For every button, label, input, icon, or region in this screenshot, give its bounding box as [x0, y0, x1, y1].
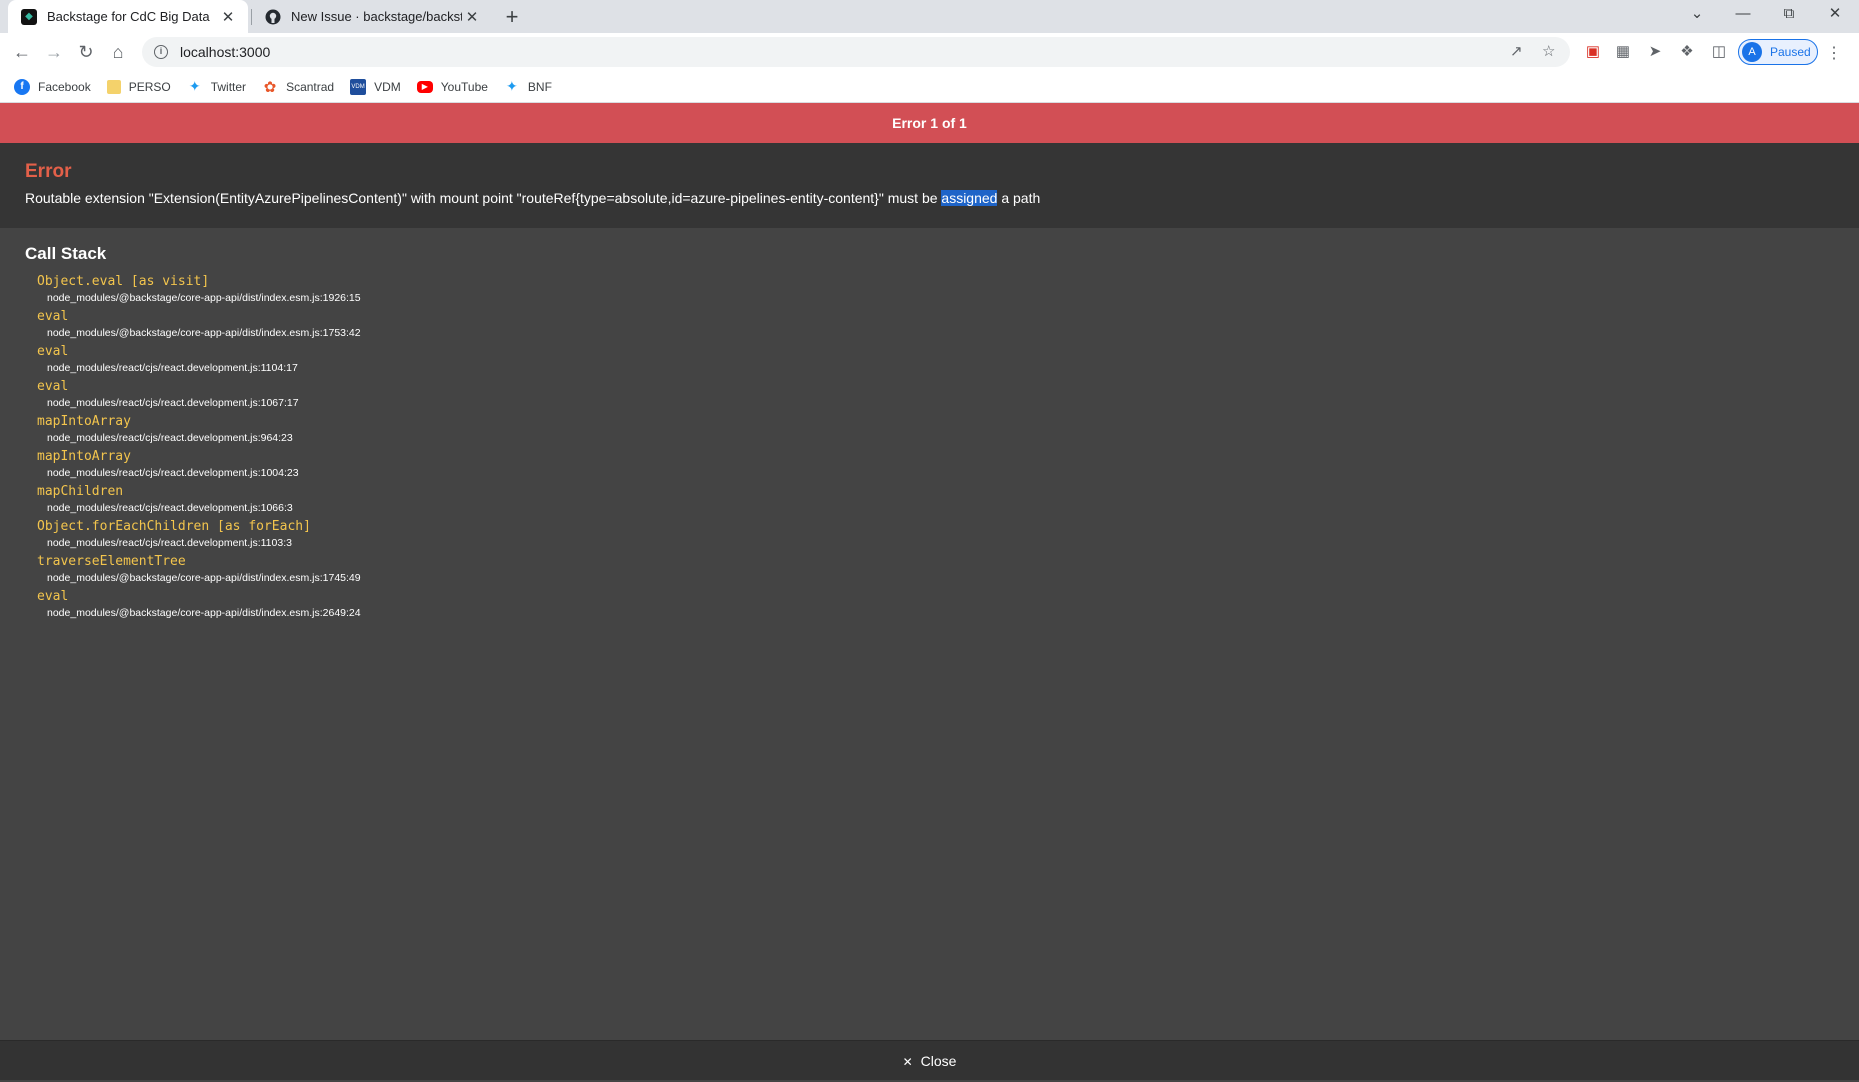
call-stack: Call Stack Object.eval [as visit] node_m…	[25, 244, 361, 623]
bookmark-label: PERSO	[128, 79, 171, 94]
bookmark-youtube[interactable]: ▶ YouTube	[416, 79, 488, 94]
window-close-button[interactable]: ✕	[1812, 0, 1858, 30]
avatar: A	[1742, 42, 1762, 62]
tab-github-issue[interactable]: New Issue · backstage/backstage ✕	[252, 0, 492, 33]
stack-frame: mapIntoArray node_modules/react/cjs/reac…	[37, 448, 361, 483]
stack-frame: mapIntoArray node_modules/react/cjs/reac…	[37, 413, 361, 448]
stack-frame-location: node_modules/@backstage/core-app-api/dis…	[47, 327, 361, 339]
share-icon[interactable]: ↗	[1510, 42, 1523, 60]
call-stack-title: Call Stack	[25, 244, 107, 263]
error-overlay: Error 1 of 1 Error Routable extension "E…	[0, 103, 1859, 1080]
bookmark-label: YouTube	[440, 79, 488, 94]
tab-title: Backstage for CdC Big Data	[47, 9, 210, 24]
side-panel-icon[interactable]: ◫	[1710, 43, 1728, 61]
bookmark-label: Scantrad	[286, 79, 335, 94]
stack-frame-location: node_modules/react/cjs/react.development…	[47, 467, 299, 479]
folder-icon	[106, 79, 121, 94]
profile-status: Paused	[1770, 45, 1811, 59]
stack-frame-location: node_modules/react/cjs/react.development…	[47, 502, 293, 514]
stack-frame-location: node_modules/@backstage/core-app-api/dis…	[47, 572, 361, 584]
stack-frame-function: eval	[37, 344, 69, 359]
tab-strip: ◆ Backstage for CdC Big Data ✕ New Issue…	[0, 0, 1859, 33]
twitter-icon: ✦	[188, 78, 201, 94]
close-icon: ✕	[902, 1055, 913, 1069]
github-icon	[265, 9, 281, 25]
bookmark-facebook[interactable]: f Facebook	[14, 78, 91, 95]
error-summary: Error Routable extension "Extension(Enti…	[0, 143, 1859, 228]
close-label: Close	[920, 1053, 957, 1069]
stack-frame: traverseElementTree node_modules/@backst…	[37, 553, 361, 588]
error-title: Error	[25, 161, 72, 182]
home-button[interactable]: ⌂	[104, 38, 132, 66]
stack-frame-function: mapIntoArray	[37, 414, 131, 429]
stack-frame: mapChildren node_modules/react/cjs/react…	[37, 483, 361, 518]
error-message-text: a path	[997, 190, 1041, 206]
extension-icon[interactable]: ▣	[1584, 43, 1602, 61]
bookmark-scantrad[interactable]: ✿ Scantrad	[262, 78, 335, 96]
bookmark-label: BNF	[527, 79, 552, 94]
selected-text: assigned	[941, 190, 998, 206]
bookmark-label: Twitter	[210, 79, 247, 94]
backstage-icon: ◆	[21, 8, 37, 25]
stack-frame-function: Object.forEachChildren [as forEach]	[37, 519, 311, 534]
tab-search-icon[interactable]: ⌄	[1674, 0, 1720, 30]
close-button[interactable]: ✕ Close	[0, 1040, 1859, 1080]
stack-frame: Object.forEachChildren [as forEach] node…	[37, 518, 361, 553]
minimize-button[interactable]: —	[1720, 0, 1766, 30]
info-icon[interactable]: i	[154, 45, 168, 59]
stack-frame-function: mapChildren	[37, 484, 124, 499]
stack-frame: eval node_modules/react/cjs/react.develo…	[37, 343, 361, 378]
bookmark-twitter[interactable]: ✦ Twitter	[187, 78, 247, 95]
error-message: Routable extension "Extension(EntityAzur…	[25, 190, 1834, 206]
restore-button[interactable]: ⧉	[1766, 0, 1812, 30]
rocket-icon[interactable]: ➤	[1646, 43, 1664, 61]
bookmark-bnf[interactable]: ✦ BNF	[504, 78, 552, 95]
close-icon[interactable]: ✕	[218, 8, 238, 26]
back-button[interactable]: ←	[8, 38, 36, 66]
error-message-text: Routable extension "Extension(EntityAzur…	[25, 190, 942, 206]
extension-icon[interactable]: ▦	[1614, 43, 1632, 61]
stack-frame-function: eval	[37, 379, 69, 394]
forward-button[interactable]: →	[40, 38, 68, 66]
bookmark-label: Facebook	[38, 79, 91, 94]
stack-frame-function: traverseElementTree	[37, 554, 186, 569]
bookmark-perso[interactable]: PERSO	[106, 79, 171, 94]
stack-frame-location: node_modules/react/cjs/react.development…	[47, 537, 292, 549]
stack-frame-function: mapIntoArray	[37, 449, 131, 464]
close-icon[interactable]: ✕	[462, 8, 482, 26]
facebook-icon: f	[14, 78, 30, 95]
scantrad-icon: ✿	[263, 78, 277, 96]
stack-frame: Object.eval [as visit] node_modules/@bac…	[37, 273, 361, 308]
bookmark-vdm[interactable]: VDM VDM	[350, 78, 401, 95]
stack-frame: eval node_modules/@backstage/core-app-ap…	[37, 588, 361, 623]
stack-frame: eval node_modules/@backstage/core-app-ap…	[37, 308, 361, 343]
reload-button[interactable]: ↻	[72, 38, 100, 66]
tab-backstage[interactable]: ◆ Backstage for CdC Big Data ✕	[8, 0, 248, 33]
stack-frame-location: node_modules/@backstage/core-app-api/dis…	[47, 292, 361, 304]
stack-frame-location: node_modules/@backstage/core-app-api/dis…	[47, 607, 361, 619]
vdm-icon: VDM	[350, 78, 367, 95]
profile-button[interactable]: A Paused	[1738, 39, 1818, 65]
stack-frame-function: eval	[37, 589, 69, 604]
stack-frame: eval node_modules/react/cjs/react.develo…	[37, 378, 361, 413]
address-bar[interactable]: i localhost:3000 ↗ ☆	[142, 37, 1570, 67]
stack-frame-function: eval	[37, 309, 69, 324]
stack-frame-location: node_modules/react/cjs/react.development…	[47, 432, 293, 444]
stack-frame-function: Object.eval [as visit]	[37, 274, 210, 289]
bookmarks-bar: f Facebook PERSO ✦ Twitter ✿ Scantrad VD…	[0, 71, 1859, 103]
kebab-menu-icon[interactable]: ⋮	[1826, 43, 1842, 63]
stack-frame-location: node_modules/react/cjs/react.development…	[47, 397, 299, 409]
youtube-icon: ▶	[416, 80, 433, 93]
bookmark-label: VDM	[374, 79, 401, 94]
new-tab-button[interactable]: +	[498, 3, 526, 31]
puzzle-icon[interactable]: ❖	[1678, 43, 1696, 61]
stack-frame-location: node_modules/react/cjs/react.development…	[47, 362, 298, 374]
tab-title: New Issue · backstage/backstage	[291, 9, 462, 24]
twitter-icon: ✦	[506, 78, 518, 94]
address-url[interactable]: localhost:3000	[180, 44, 270, 60]
error-counter-header: Error 1 of 1	[0, 103, 1859, 143]
browser-toolbar: ← → ↻ ⌂ i localhost:3000 ↗ ☆ ▣ ▦ ➤ ❖ ◫ A…	[0, 33, 1859, 71]
bookmark-star-icon[interactable]: ☆	[1542, 42, 1555, 60]
